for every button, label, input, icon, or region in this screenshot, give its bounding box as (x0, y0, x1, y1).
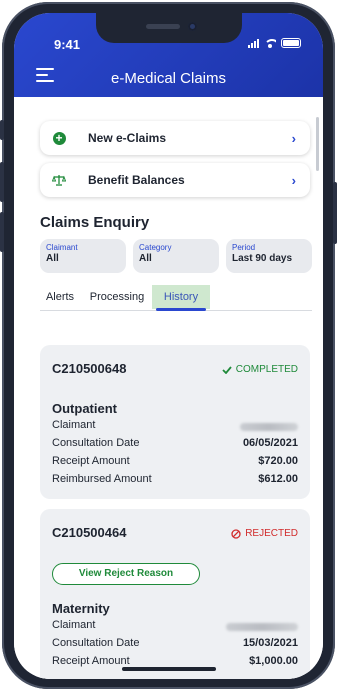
claim-row: Claimant (52, 619, 298, 635)
home-indicator (122, 667, 216, 671)
battery-icon (281, 38, 301, 48)
claim-id: C210500464 (52, 525, 127, 540)
plus-circle-icon: + (52, 131, 66, 145)
chevron-right-icon: › (291, 172, 296, 188)
signal-icon (248, 38, 259, 48)
claim-row: Consultation Date 06/05/2021 (52, 437, 298, 453)
status-time: 9:41 (54, 37, 81, 52)
row-value: 06/05/2021 (242, 437, 298, 449)
row-label: Consultation Date (52, 437, 140, 449)
phone-frame: 9:41 e-Medical Claims + New e-Claims › B… (0, 2, 337, 689)
claim-card[interactable]: C210500464 REJECTED View Reject Reason M… (40, 509, 310, 679)
row-value: 15/03/2021 (242, 637, 298, 649)
block-icon (231, 528, 241, 539)
volume-up-button (0, 162, 4, 202)
chevron-right-icon: › (291, 130, 296, 146)
claimant-name-redacted (240, 423, 298, 431)
claim-status-text: REJECTED (245, 528, 298, 539)
row-label: Receipt Amount (52, 455, 130, 467)
view-reject-reason-button[interactable]: View Reject Reason (52, 563, 200, 585)
category-filter[interactable]: Category All (133, 239, 219, 273)
claims-tabs: Alerts Processing History (40, 283, 312, 311)
benefit-balances-label: Benefit Balances (88, 173, 185, 187)
claim-type: Maternity (52, 601, 110, 616)
claimant-name-redacted (226, 623, 298, 631)
new-e-claims-button[interactable]: + New e-Claims › (40, 121, 310, 155)
claim-id: C210500648 (52, 361, 127, 376)
tab-history-label: History (163, 291, 199, 303)
filter-label: Period (232, 243, 256, 252)
claim-row: Consultation Date 15/03/2021 (52, 637, 298, 653)
main-content: + New e-Claims › Benefit Balances › Clai… (14, 97, 323, 679)
notch (96, 13, 242, 43)
claim-row: Claimant (52, 419, 298, 435)
tab-processing[interactable]: Processing (84, 285, 150, 309)
front-camera (188, 22, 197, 31)
claim-status: REJECTED (231, 528, 298, 539)
claim-type: Outpatient (52, 401, 117, 416)
tab-history[interactable]: History (152, 285, 210, 311)
row-label: Receipt Amount (52, 655, 130, 667)
row-value: $612.00 (258, 473, 298, 485)
tab-alerts[interactable]: Alerts (40, 285, 80, 309)
row-label: Reimbursed Amount (52, 473, 152, 485)
row-label: Claimant (52, 419, 96, 431)
period-filter[interactable]: Period Last 90 days (226, 239, 312, 273)
claimant-filter[interactable]: Claimant All (40, 239, 126, 273)
section-title: Claims Enquiry (40, 214, 150, 231)
check-icon (222, 365, 232, 374)
claim-row: Receipt Amount $720.00 (52, 455, 298, 471)
row-value: $720.00 (258, 455, 298, 467)
filter-value: All (46, 253, 59, 264)
row-value: $1,000.00 (249, 655, 298, 667)
mute-switch (0, 120, 4, 140)
claim-status: COMPLETED (222, 364, 298, 375)
filter-label: Claimant (46, 243, 78, 252)
row-label: Claimant (52, 619, 96, 631)
app-title: e-Medical Claims (110, 70, 227, 87)
screen: 9:41 e-Medical Claims + New e-Claims › B… (14, 13, 323, 679)
filter-label: Category (139, 243, 172, 252)
scale-icon (52, 173, 66, 187)
volume-down-button (0, 212, 4, 252)
power-button (333, 182, 337, 244)
claim-status-text: COMPLETED (235, 364, 298, 375)
speaker (146, 24, 180, 29)
status-icons (248, 38, 301, 48)
active-tab-indicator (156, 308, 206, 311)
filter-value: Last 90 days (232, 253, 293, 264)
filter-value: All (139, 253, 152, 264)
row-label: Consultation Date (52, 637, 140, 649)
claim-row: Reimbursed Amount $612.00 (52, 473, 298, 489)
scrollbar[interactable] (316, 117, 319, 171)
wifi-icon (264, 38, 276, 48)
new-e-claims-label: New e-Claims (88, 131, 167, 145)
claim-card[interactable]: C210500648 COMPLETED Outpatient Claimant… (40, 345, 310, 499)
benefit-balances-button[interactable]: Benefit Balances › (40, 163, 310, 197)
